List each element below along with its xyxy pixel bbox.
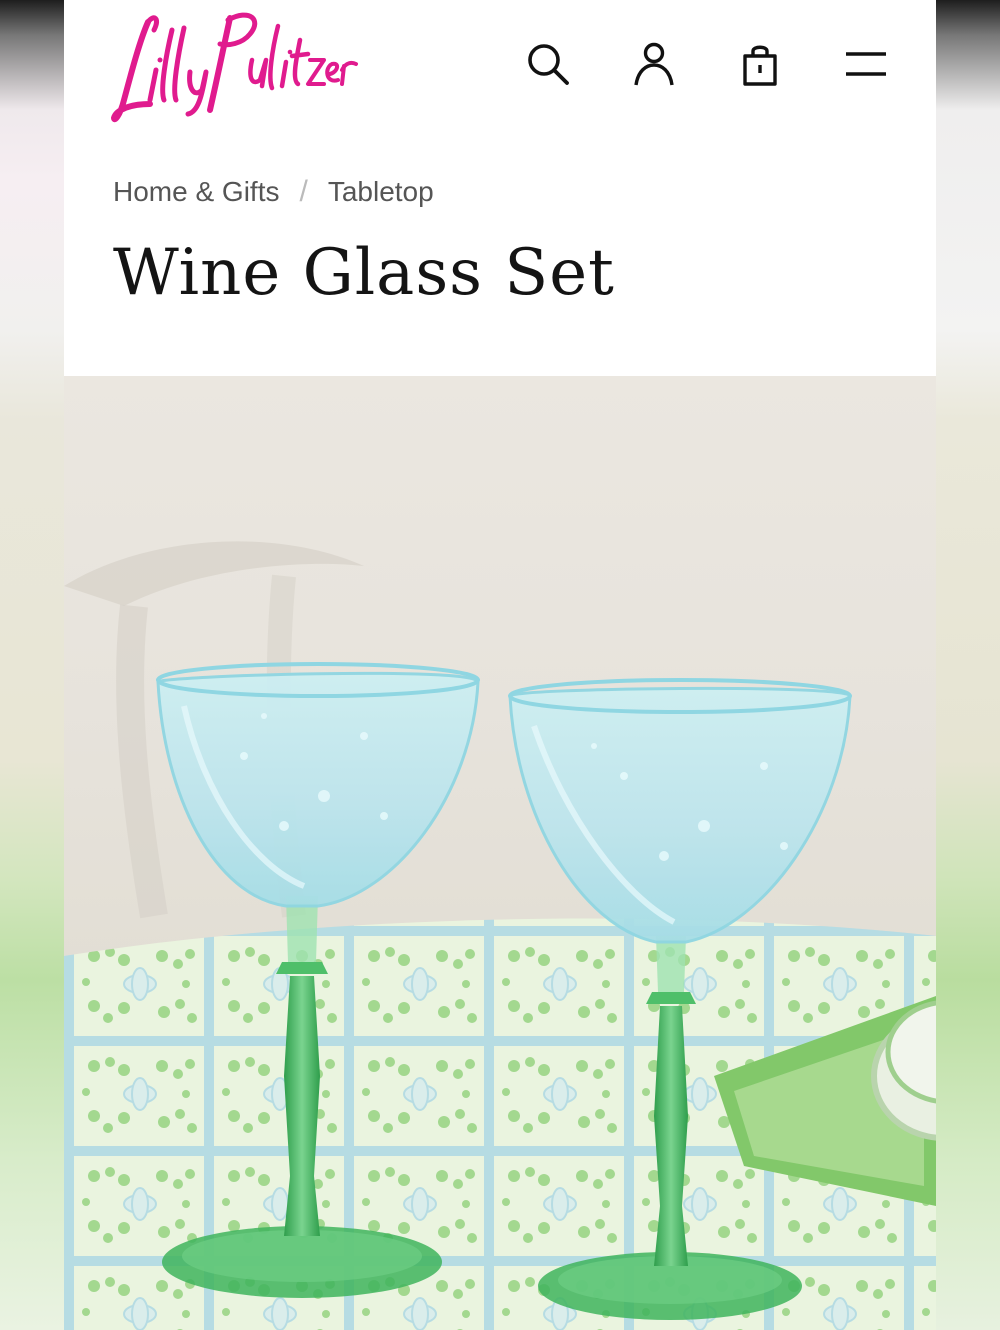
account-icon[interactable] [630,40,678,88]
product-image[interactable] [64,376,936,1330]
product-photo [64,376,936,1330]
breadcrumb-item-tabletop[interactable]: Tabletop [328,176,434,208]
backdrop-left [0,0,64,1330]
brand-logo-mark [111,12,358,123]
page-container: Home & Gifts / Tabletop Wine Glass Set [64,0,936,1330]
header-actions [524,40,890,88]
breadcrumb: Home & Gifts / Tabletop [113,175,434,209]
brand-logo[interactable] [110,0,360,130]
menu-icon[interactable] [842,40,890,88]
site-header [64,0,936,140]
shopping-bag-icon[interactable] [736,40,784,88]
backdrop-right [936,0,1000,1330]
search-icon[interactable] [524,40,572,88]
page-title: Wine Glass Set [113,236,615,310]
breadcrumb-separator: / [299,175,308,208]
breadcrumb-item-home-gifts[interactable]: Home & Gifts [113,176,279,208]
